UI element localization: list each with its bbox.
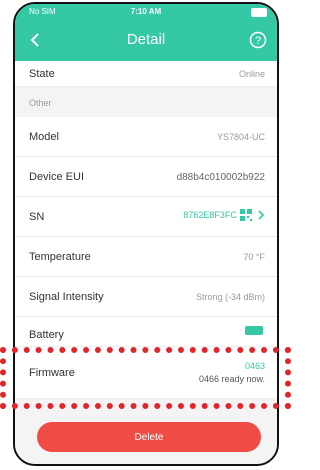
qr-code-icon[interactable] bbox=[239, 209, 252, 222]
status-battery-icon bbox=[251, 8, 267, 17]
row-label: State bbox=[29, 68, 55, 80]
firmware-current: 0463 bbox=[244, 361, 265, 371]
row-value: YS7804-UC bbox=[216, 132, 265, 142]
row-value: 70 °F bbox=[243, 252, 265, 262]
bottom-bar: Delete bbox=[15, 404, 277, 464]
help-icon[interactable]: ? bbox=[249, 31, 267, 49]
row-battery: Battery bbox=[15, 317, 277, 347]
row-label: Device EUI bbox=[29, 171, 85, 183]
chevron-right-icon[interactable] bbox=[257, 210, 265, 220]
svg-text:?: ? bbox=[255, 35, 261, 47]
row-label: Model bbox=[29, 131, 59, 143]
page-title: Detail bbox=[126, 31, 166, 48]
row-label: Signal Intensity bbox=[29, 291, 104, 303]
section-header-other: Other bbox=[15, 87, 277, 117]
status-bar: No SIM 7:10 AM bbox=[15, 4, 277, 19]
firmware-update-status[interactable]: 0466 ready now. bbox=[199, 374, 265, 384]
status-time: 7:10 AM bbox=[130, 7, 162, 16]
nav-bar: Detail ? bbox=[15, 19, 277, 61]
row-signal-intensity: Signal Intensity Strong (-34 dBm) bbox=[15, 277, 277, 317]
row-state: State Online bbox=[15, 61, 277, 87]
row-label: SN bbox=[29, 211, 45, 223]
phone-frame: No SIM 7:10 AM Detail ? State Online Oth… bbox=[13, 2, 279, 466]
row-value: Strong (-34 dBm) bbox=[195, 292, 265, 302]
row-temperature: Temperature 70 °F bbox=[15, 237, 277, 277]
row-firmware[interactable]: Firmware 0463 0466 ready now. bbox=[15, 347, 277, 399]
battery-icon bbox=[245, 326, 263, 335]
row-label: Temperature bbox=[29, 251, 91, 263]
delete-button[interactable]: Delete bbox=[37, 422, 261, 452]
sn-value-group[interactable]: 8762E8F3FC bbox=[183, 209, 265, 222]
row-sn[interactable]: SN 8762E8F3FC bbox=[15, 197, 277, 237]
section-label: Other bbox=[29, 98, 52, 108]
row-label: Firmware bbox=[29, 367, 75, 379]
row-model: Model YS7804-UC bbox=[15, 117, 277, 157]
row-value: Online bbox=[238, 69, 265, 79]
row-device-eui: Device EUI d88b4c010002b922 bbox=[15, 157, 277, 197]
sn-value: 8762E8F3FC bbox=[183, 210, 237, 221]
row-value: d88b4c010002b922 bbox=[176, 172, 265, 183]
row-label: Battery bbox=[29, 329, 64, 341]
